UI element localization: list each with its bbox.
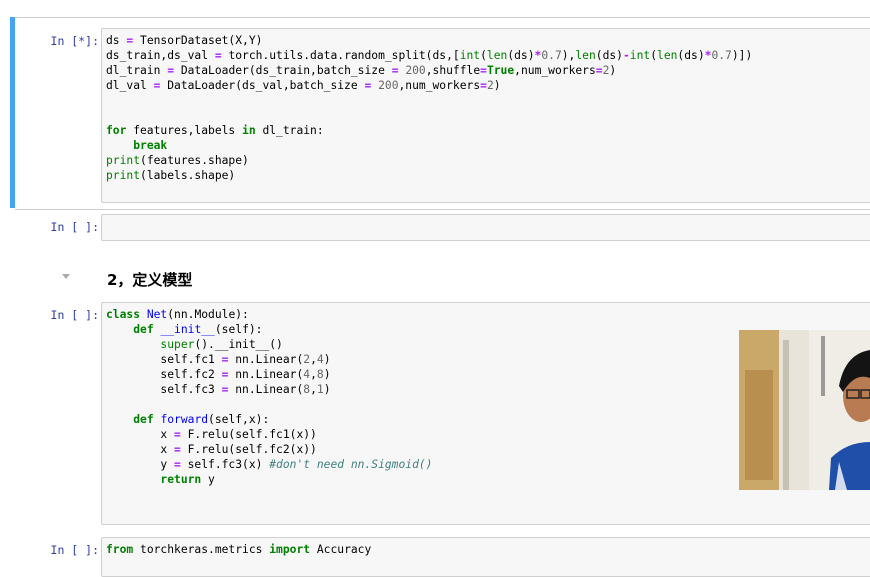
cell-2-prompt: In [ ]: (50, 220, 99, 234)
cell-2-input[interactable] (101, 214, 870, 241)
markdown-heading: 2，定义模型 (107, 271, 193, 289)
cell-4-code[interactable]: from torchkeras.metrics import Accuracy (102, 538, 870, 557)
cell-1-code[interactable]: ds = TensorDataset(X,Y) ds_train,ds_val … (102, 29, 870, 183)
cell-4-input[interactable]: from torchkeras.metrics import Accuracy (101, 537, 870, 577)
cell-1-prompt: In [*]: (50, 34, 99, 48)
cell-4-prompt: In [ ]: (50, 543, 99, 557)
person-video-icon (739, 330, 870, 490)
cell-2-code[interactable] (102, 215, 870, 234)
collapse-heading-icon[interactable] (62, 274, 70, 279)
webcam-overlay (739, 330, 870, 490)
cell-3-prompt: In [ ]: (50, 308, 99, 322)
cell-1-input[interactable]: ds = TensorDataset(X,Y) ds_train,ds_val … (101, 28, 870, 203)
